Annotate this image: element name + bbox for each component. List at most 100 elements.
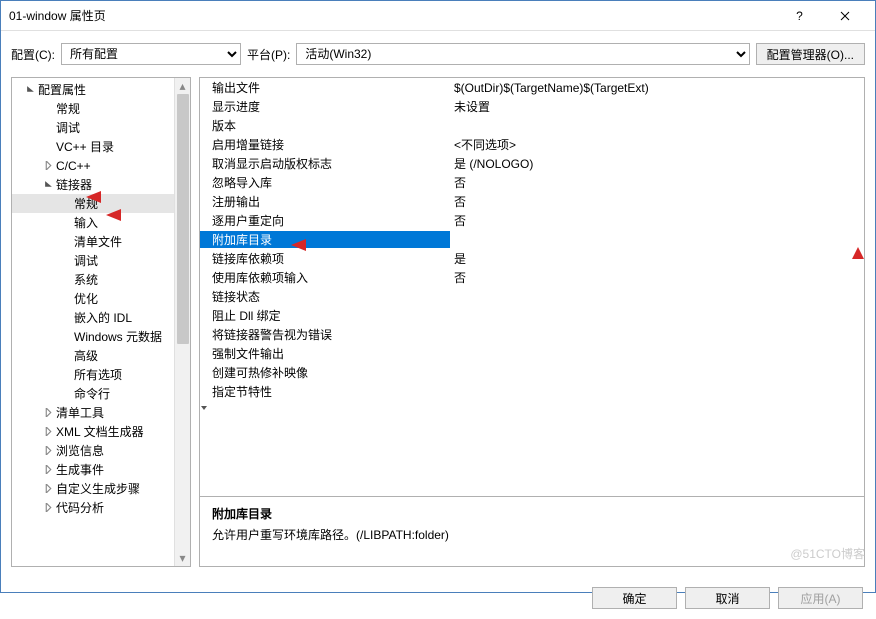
tree-item[interactable]: C/C++: [12, 156, 190, 175]
ok-button[interactable]: 确定: [592, 587, 677, 609]
property-row[interactable]: 显示进度未设置: [200, 97, 864, 116]
property-value[interactable]: 是 (/NOLOGO): [450, 155, 864, 172]
expand-icon[interactable]: [60, 255, 72, 267]
tree-item[interactable]: 常规: [12, 194, 190, 213]
tree-item[interactable]: XML 文档生成器: [12, 422, 190, 441]
property-key: 取消显示启动版权标志: [200, 155, 450, 172]
tree-item[interactable]: 自定义生成步骤: [12, 479, 190, 498]
property-value[interactable]: 否: [450, 174, 864, 191]
property-value[interactable]: 否: [450, 269, 864, 286]
description-title: 附加库目录: [212, 505, 852, 522]
expand-icon[interactable]: [42, 426, 54, 438]
property-row[interactable]: 使用库依赖项输入否: [200, 268, 864, 287]
tree-item-label: XML 文档生成器: [56, 423, 144, 440]
tree-item[interactable]: 调试: [12, 118, 190, 137]
expand-icon[interactable]: [42, 407, 54, 419]
tree-item[interactable]: 配置属性: [12, 80, 190, 99]
property-row[interactable]: 版本: [200, 116, 864, 135]
dropdown-button[interactable]: [200, 401, 864, 415]
tree-item[interactable]: 链接器: [12, 175, 190, 194]
property-row[interactable]: 启用增量链接<不同选项>: [200, 135, 864, 154]
expand-icon[interactable]: [24, 84, 36, 96]
tree-item[interactable]: 清单文件: [12, 232, 190, 251]
property-value[interactable]: 是: [450, 250, 864, 267]
tree-item-label: 代码分析: [56, 499, 104, 516]
property-row[interactable]: 注册输出否: [200, 192, 864, 211]
property-row[interactable]: 链接状态: [200, 287, 864, 306]
expand-icon[interactable]: [60, 350, 72, 362]
expand-icon[interactable]: [42, 179, 54, 191]
tree-item[interactable]: 代码分析: [12, 498, 190, 517]
tree-item-label: C/C++: [56, 159, 91, 173]
tree-item-label: 高级: [74, 347, 98, 364]
expand-icon[interactable]: [60, 198, 72, 210]
expand-icon[interactable]: [60, 236, 72, 248]
expand-icon[interactable]: [42, 122, 54, 134]
platform-label: 平台(P):: [247, 46, 290, 63]
close-button[interactable]: [822, 1, 867, 31]
tree-item[interactable]: 系统: [12, 270, 190, 289]
tree-item[interactable]: Windows 元数据: [12, 327, 190, 346]
tree-item[interactable]: 生成事件: [12, 460, 190, 479]
property-value[interactable]: <不同选项>: [450, 136, 864, 153]
property-value[interactable]: 未设置: [450, 98, 864, 115]
property-value[interactable]: 否: [450, 193, 864, 210]
tree-item-label: 生成事件: [56, 461, 104, 478]
expand-icon[interactable]: [42, 103, 54, 115]
watermark: @51CTO博客: [790, 545, 865, 562]
tree-item[interactable]: 嵌入的 IDL: [12, 308, 190, 327]
tree-item[interactable]: 清单工具: [12, 403, 190, 422]
scroll-down-icon[interactable]: ▾: [175, 550, 190, 566]
expand-icon[interactable]: [42, 502, 54, 514]
property-row[interactable]: 附加库目录: [200, 230, 864, 249]
platform-select[interactable]: 活动(Win32): [296, 43, 749, 65]
scroll-up-icon[interactable]: ▴: [175, 78, 190, 94]
tree-item[interactable]: 高级: [12, 346, 190, 365]
property-row[interactable]: 链接库依赖项是: [200, 249, 864, 268]
property-key: 强制文件输出: [200, 345, 450, 362]
expand-icon[interactable]: [60, 293, 72, 305]
tree-item[interactable]: 优化: [12, 289, 190, 308]
expand-icon[interactable]: [42, 464, 54, 476]
expand-icon[interactable]: [60, 369, 72, 381]
property-row[interactable]: 取消显示启动版权标志是 (/NOLOGO): [200, 154, 864, 173]
expand-icon[interactable]: [42, 483, 54, 495]
tree-item[interactable]: 常规: [12, 99, 190, 118]
property-row[interactable]: 忽略导入库否: [200, 173, 864, 192]
property-row[interactable]: 输出文件$(OutDir)$(TargetName)$(TargetExt): [200, 78, 864, 97]
tree-item[interactable]: 浏览信息: [12, 441, 190, 460]
titlebar: 01-window 属性页 ?: [1, 1, 875, 31]
tree-item[interactable]: VC++ 目录: [12, 137, 190, 156]
config-manager-button[interactable]: 配置管理器(O)...: [756, 43, 865, 65]
config-select[interactable]: 所有配置: [61, 43, 241, 65]
property-row[interactable]: 逐用户重定向否: [200, 211, 864, 230]
tree-item[interactable]: 调试: [12, 251, 190, 270]
expand-icon[interactable]: [60, 388, 72, 400]
tree-item[interactable]: 所有选项: [12, 365, 190, 384]
tree-scrollbar[interactable]: ▴ ▾: [174, 78, 190, 566]
cancel-button[interactable]: 取消: [685, 587, 770, 609]
expand-icon[interactable]: [42, 445, 54, 457]
property-row[interactable]: 创建可热修补映像: [200, 363, 864, 382]
expand-icon[interactable]: [60, 274, 72, 286]
expand-icon[interactable]: [42, 141, 54, 153]
expand-icon[interactable]: [60, 331, 72, 343]
tree-item[interactable]: 命令行: [12, 384, 190, 403]
scroll-thumb[interactable]: [177, 94, 189, 344]
property-row[interactable]: 阻止 Dll 绑定: [200, 306, 864, 325]
property-row[interactable]: 指定节特性: [200, 382, 864, 401]
apply-button[interactable]: 应用(A): [778, 587, 863, 609]
property-value[interactable]: $(OutDir)$(TargetName)$(TargetExt): [450, 81, 864, 95]
tree-item-label: 输入: [74, 214, 98, 231]
tree-item-label: 所有选项: [74, 366, 122, 383]
expand-icon[interactable]: [60, 217, 72, 229]
property-key: 显示进度: [200, 98, 450, 115]
property-row[interactable]: 将链接器警告视为错误: [200, 325, 864, 344]
property-value[interactable]: 否: [450, 212, 864, 229]
property-row[interactable]: 强制文件输出: [200, 344, 864, 363]
tree-item[interactable]: 输入: [12, 213, 190, 232]
expand-icon[interactable]: [42, 160, 54, 172]
help-button[interactable]: ?: [777, 1, 822, 31]
property-key: 注册输出: [200, 193, 450, 210]
expand-icon[interactable]: [60, 312, 72, 324]
